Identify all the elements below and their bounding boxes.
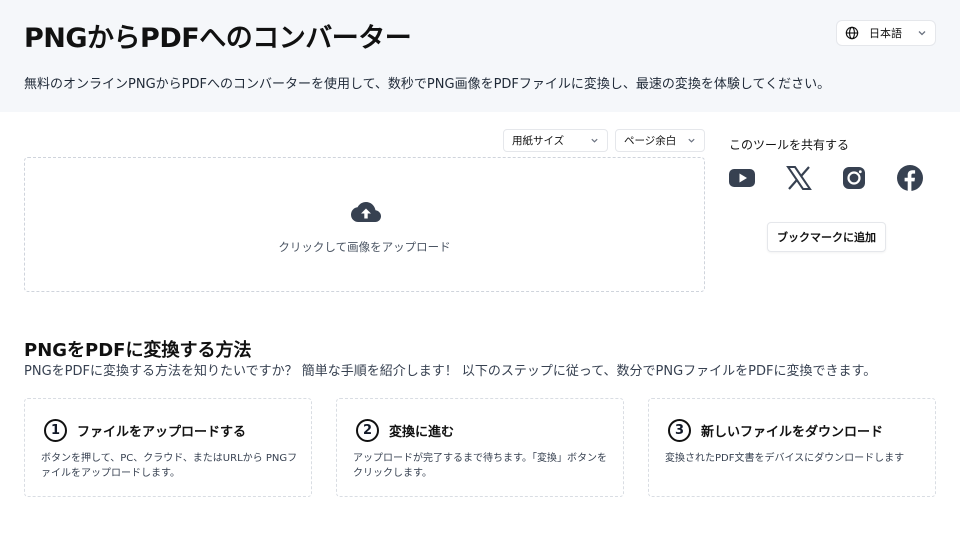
x-icon[interactable] [785, 164, 813, 192]
step-text: アップロードが完了するまで待ちます。「変換」ボタンをクリックします。 [353, 453, 607, 479]
upload-label: クリックして画像をアップロード [278, 240, 451, 254]
step-number: 3 [668, 419, 691, 442]
howto-description: PNGをPDFに変換する方法を知りたいですか？ 簡単な手順を紹介します！ 以下の… [24, 364, 877, 379]
facebook-icon[interactable] [896, 164, 924, 192]
step-card-2: 2 変換に進む アップロードが完了するまで待ちます。「変換」ボタンをクリックしま… [336, 398, 624, 497]
chevron-down-icon [688, 138, 695, 143]
step-card-3: 3 新しいファイルをダウンロード 変換されたPDF文書をデバイスにダウンロードし… [648, 398, 936, 497]
page-margin-select[interactable]: ページ余白 [615, 129, 705, 152]
chevron-down-icon [918, 31, 926, 36]
page-margin-label: ページ余白 [624, 135, 677, 147]
step-text: 変換されたPDF文書をデバイスにダウンロードします [665, 453, 905, 464]
cloud-upload-icon [351, 202, 381, 222]
step-number: 2 [356, 419, 379, 442]
step-title: ファイルをアップロードする [77, 425, 247, 440]
upload-dropzone[interactable]: クリックして画像をアップロード [24, 157, 705, 292]
paper-size-select[interactable]: 用紙サイズ [503, 129, 608, 152]
instagram-icon[interactable] [840, 164, 868, 192]
step-number: 1 [44, 419, 67, 442]
chevron-down-icon [591, 138, 598, 143]
youtube-icon[interactable] [728, 164, 756, 192]
paper-size-label: 用紙サイズ [512, 135, 565, 147]
page-subtitle: 無料のオンラインPNGからPDFへのコンバーターを使用して、数秒でPNG画像をP… [24, 77, 831, 92]
language-label: 日本語 [869, 27, 902, 40]
howto-title: PNGをPDFに変換する方法 [24, 340, 252, 361]
step-title: 新しいファイルをダウンロード [701, 425, 884, 440]
page-title: PNGからPDFへのコンバーター [24, 23, 412, 54]
step-title: 変換に進む [389, 425, 455, 440]
step-text: ボタンを押して、PC、クラウド、またはURLから PNGファイルをアップロードし… [41, 453, 298, 479]
share-title: このツールを共有する [729, 138, 850, 152]
language-selector[interactable]: 日本語 [836, 20, 936, 46]
globe-icon [845, 26, 859, 40]
step-card-1: 1 ファイルをアップロードする ボタンを押して、PC、クラウド、またはURLから… [24, 398, 312, 497]
bookmark-button[interactable]: ブックマークに追加 [767, 222, 886, 252]
